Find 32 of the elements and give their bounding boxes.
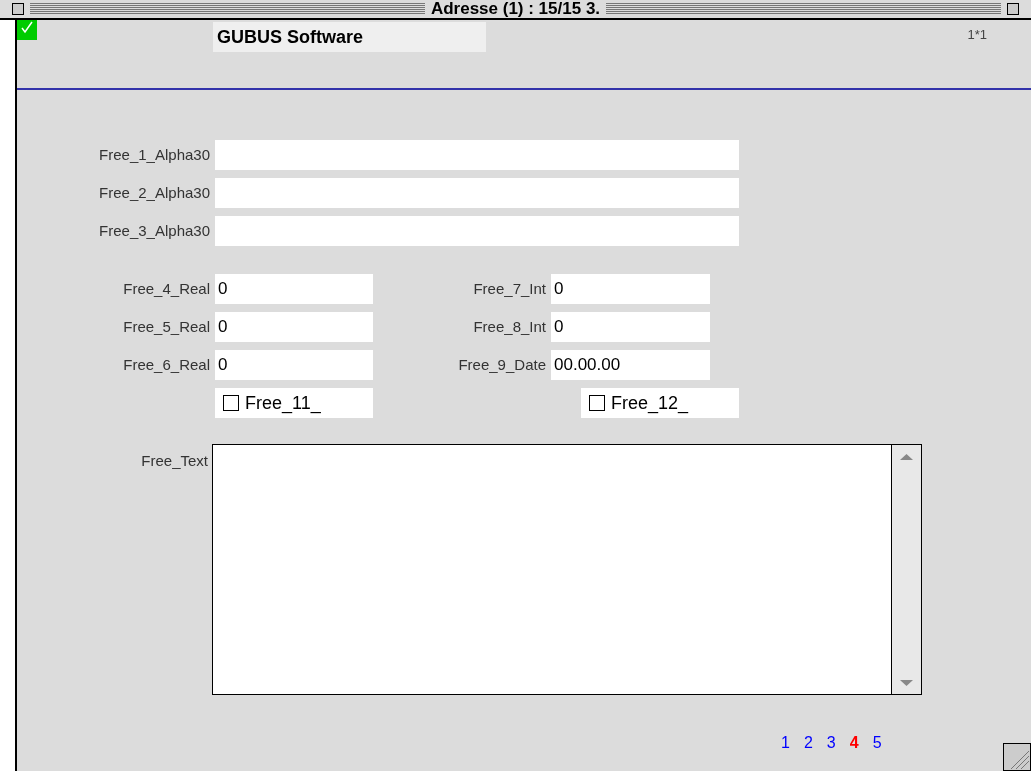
zoom-box[interactable]: [1007, 3, 1019, 15]
scrollbar[interactable]: [891, 445, 921, 694]
page-link[interactable]: 2: [803, 731, 813, 755]
field-label: Free_5_Real: [122, 316, 210, 337]
field-label: Free_3_Alpha30: [98, 220, 210, 241]
field-label: Free_8_Int: [472, 316, 546, 337]
input-field[interactable]: 0: [551, 312, 710, 342]
input-field[interactable]: 0: [215, 312, 373, 342]
checkbox[interactable]: Free_11_: [215, 388, 373, 418]
window-title: Adresse (1) : 15/15 3.: [430, 0, 601, 21]
input-field[interactable]: 0: [551, 274, 710, 304]
field-label: Free_2_Alpha30: [98, 182, 210, 203]
field-label: Free_4_Real: [122, 278, 210, 299]
resize-grip-icon[interactable]: [1003, 743, 1031, 771]
field-label: Free_6_Real: [122, 354, 210, 375]
field-label: Free_1_Alpha30: [98, 144, 210, 165]
field-label: Free_9_Date: [457, 354, 546, 375]
checkbox[interactable]: Free_12_: [581, 388, 739, 418]
page-link[interactable]: 1: [781, 731, 790, 755]
close-box[interactable]: [12, 3, 24, 15]
header-title: GUBUS Software: [213, 22, 486, 52]
input-field[interactable]: 00.00.00: [551, 350, 710, 380]
field-label: Free_Text: [140, 451, 208, 471]
field-label: Free_7_Int: [472, 278, 546, 299]
input-field[interactable]: 0: [215, 274, 373, 304]
input-field[interactable]: 0: [215, 350, 373, 380]
page-link[interactable]: 3: [826, 731, 836, 755]
page-link[interactable]: 5: [872, 731, 882, 755]
record-counter: 1*1: [967, 26, 987, 44]
input-field[interactable]: [215, 216, 739, 246]
input-field[interactable]: [215, 178, 739, 208]
input-field[interactable]: [215, 140, 739, 170]
